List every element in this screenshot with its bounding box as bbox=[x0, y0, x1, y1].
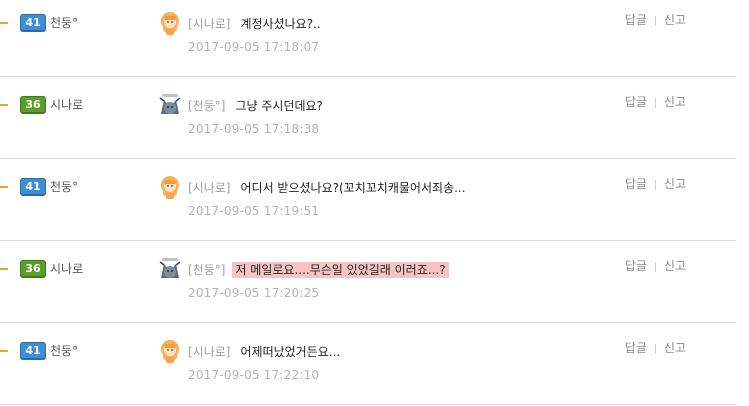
comment-date: 2017-09-05 17:20:25 bbox=[188, 286, 320, 300]
reply-link[interactable]: 답글 bbox=[625, 341, 647, 355]
divider bbox=[654, 97, 656, 108]
thread-marker bbox=[0, 186, 8, 188]
report-link[interactable]: 신고 bbox=[664, 13, 686, 27]
thread-marker bbox=[0, 22, 8, 24]
level-badge: 41 bbox=[20, 342, 46, 360]
divider bbox=[654, 15, 656, 26]
report-link[interactable]: 신고 bbox=[664, 341, 686, 355]
level-badge: 41 bbox=[20, 178, 46, 196]
comment-row: 41 천둥° [시나로] 어제떠났었거든요... 2017-09-05 17:22… bbox=[0, 322, 736, 405]
reply-target: [시나로] bbox=[188, 345, 231, 359]
comment-text-highlighted: 저 메일로요....무슨일 있었길래 이러죠...? bbox=[232, 262, 449, 278]
commenter-nickname[interactable]: 천둥° bbox=[50, 14, 78, 31]
comment-actions: 답글 신고 bbox=[625, 339, 686, 356]
cat-avatar-icon bbox=[159, 258, 181, 278]
reply-target: [천둥°] bbox=[188, 99, 226, 113]
comment-row: 36 시나로 [천둥°] 그냥 주시던데요? 2017-09-05 17:18:3… bbox=[0, 76, 736, 159]
commenter-nickname[interactable]: 천둥° bbox=[50, 342, 78, 359]
comment-row: 36 시나로 [천둥°] 저 메일로요....무슨일 있었길래 이러죠...? 2… bbox=[0, 240, 736, 323]
comment-text: 어제떠났었거든요... bbox=[240, 345, 341, 359]
reply-link[interactable]: 답글 bbox=[625, 13, 647, 27]
divider bbox=[654, 343, 656, 354]
reply-target: [천둥°] bbox=[188, 263, 226, 277]
reply-target: [시나로] bbox=[188, 17, 231, 31]
comment-content: [천둥°] 저 메일로요....무슨일 있었길래 이러죠...? bbox=[188, 259, 449, 278]
thread-marker bbox=[0, 268, 8, 270]
reply-link[interactable]: 답글 bbox=[625, 259, 647, 273]
level-badge: 41 bbox=[20, 14, 46, 32]
thread-marker bbox=[0, 104, 8, 106]
reply-link[interactable]: 답글 bbox=[625, 177, 647, 191]
comment-text: 계정사셨나요?.. bbox=[240, 17, 321, 31]
thread-marker bbox=[0, 350, 8, 352]
comment-row: 41 천둥° [시나로] 어디서 받으셨나요?(꼬치꼬치캐물어서죄송... 201… bbox=[0, 158, 736, 241]
report-link[interactable]: 신고 bbox=[664, 259, 686, 273]
comment-actions: 답글 신고 bbox=[625, 93, 686, 110]
comment-content: [시나로] 어디서 받으셨나요?(꼬치꼬치캐물어서죄송... bbox=[188, 177, 466, 196]
blonde-girl-avatar-icon bbox=[161, 176, 179, 199]
comment-text: 그냥 주시던데요? bbox=[235, 99, 323, 113]
comment-content: [시나로] 어제떠났었거든요... bbox=[188, 341, 340, 360]
reply-link[interactable]: 답글 bbox=[625, 95, 647, 109]
commenter-nickname[interactable]: 시나로 bbox=[50, 260, 83, 277]
report-link[interactable]: 신고 bbox=[664, 95, 686, 109]
comment-content: [시나로] 계정사셨나요?.. bbox=[188, 13, 321, 32]
comment-text: 어디서 받으셨나요?(꼬치꼬치캐물어서죄송... bbox=[240, 181, 466, 195]
blonde-girl-avatar-icon bbox=[161, 340, 179, 363]
reply-target: [시나로] bbox=[188, 181, 231, 195]
comment-actions: 답글 신고 bbox=[625, 175, 686, 192]
divider bbox=[654, 261, 656, 272]
report-link[interactable]: 신고 bbox=[664, 177, 686, 191]
level-badge: 36 bbox=[20, 260, 46, 278]
level-badge: 36 bbox=[20, 96, 46, 114]
cat-avatar-icon bbox=[159, 94, 181, 114]
comment-date: 2017-09-05 17:18:07 bbox=[188, 40, 320, 54]
comment-list: 41 천둥° [시나로] 계정사셨나요?.. 2017-09-05 17:18:0… bbox=[0, 0, 749, 406]
divider bbox=[654, 179, 656, 190]
blonde-girl-avatar-icon bbox=[161, 12, 179, 35]
comment-date: 2017-09-05 17:22:10 bbox=[188, 368, 320, 382]
commenter-nickname[interactable]: 천둥° bbox=[50, 178, 78, 195]
comment-date: 2017-09-05 17:19:51 bbox=[188, 204, 320, 218]
comment-date: 2017-09-05 17:18:38 bbox=[188, 122, 320, 136]
commenter-nickname[interactable]: 시나로 bbox=[50, 96, 83, 113]
comment-row: 41 천둥° [시나로] 계정사셨나요?.. 2017-09-05 17:18:0… bbox=[0, 0, 736, 77]
comment-content: [천둥°] 그냥 주시던데요? bbox=[188, 95, 323, 114]
comment-actions: 답글 신고 bbox=[625, 257, 686, 274]
comment-actions: 답글 신고 bbox=[625, 11, 686, 28]
